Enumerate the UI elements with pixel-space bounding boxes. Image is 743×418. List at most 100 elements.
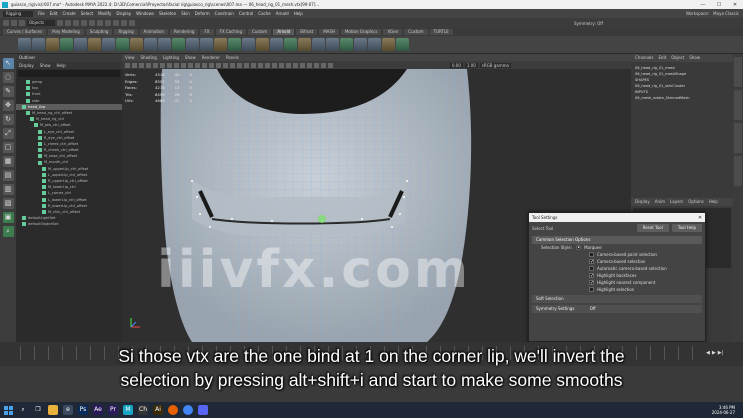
shelf-tab[interactable]: Custom — [248, 29, 272, 35]
shelf-tab[interactable]: Rigging — [114, 29, 138, 35]
select-tool-icon[interactable]: ↖ — [2, 58, 14, 69]
close-button[interactable]: ✕ — [727, 2, 743, 8]
workspace-dropdown[interactable]: Maya Classic — [713, 11, 739, 16]
save-scene-icon[interactable] — [19, 20, 25, 26]
viewport-tool-icon[interactable] — [286, 62, 291, 68]
viewport-tool-icon[interactable] — [251, 62, 256, 68]
shelf-tool-icon[interactable] — [256, 38, 269, 51]
viewport-tool-icon[interactable] — [279, 62, 284, 68]
viewport-menu-view[interactable]: View — [125, 54, 135, 61]
chrome-icon[interactable] — [183, 405, 193, 415]
layer-menu-options[interactable]: Options — [688, 198, 703, 206]
tool-settings-titlebar[interactable]: Tool Settings ✕ — [529, 213, 705, 222]
marquee-radio[interactable]: • — [576, 245, 582, 251]
shelf-tab[interactable]: XGen — [383, 29, 403, 35]
menu-display[interactable]: Display — [116, 11, 131, 16]
viewport-tool-icon[interactable] — [202, 62, 207, 68]
viewport-tool-icon[interactable] — [195, 62, 200, 68]
shelf-tool-icon[interactable] — [368, 38, 381, 51]
viewport-menu-lighting[interactable]: Lighting — [163, 54, 179, 61]
shelf-tool-icon[interactable] — [74, 38, 87, 51]
shelf-tool-icon[interactable] — [382, 38, 395, 51]
persp-outliner-layout-icon[interactable]: ▤ — [2, 170, 14, 181]
viewport-tool-icon[interactable] — [146, 62, 151, 68]
persp-graph-layout-icon[interactable]: ▥ — [2, 184, 14, 195]
select-component-icon[interactable] — [73, 20, 79, 26]
menu-skin[interactable]: Skin — [181, 11, 190, 16]
paint-select-icon[interactable]: ✎ — [2, 86, 14, 97]
viewport-menu-show[interactable]: Show — [185, 54, 196, 61]
outliner-row[interactable]: defaultObjectSet — [16, 221, 122, 227]
menu-windows[interactable]: Windows — [136, 11, 154, 16]
snap-point-icon[interactable] — [97, 20, 103, 26]
viewport-tool-icon[interactable] — [174, 62, 179, 68]
shelf-tool-icon[interactable] — [228, 38, 241, 51]
shelf-tool-icon[interactable] — [242, 38, 255, 51]
option-checkbox[interactable]: ✓ — [589, 259, 594, 265]
viewport-tool-icon[interactable] — [132, 62, 137, 68]
single-view-icon[interactable]: ▢ — [2, 142, 14, 153]
drag-checkbox[interactable] — [589, 252, 594, 257]
selection-mask-dropdown[interactable]: Objects — [27, 20, 55, 26]
viewport-tool-icon[interactable] — [314, 62, 319, 68]
menu-select[interactable]: Select — [81, 11, 93, 16]
shelf-tool-icon[interactable] — [88, 38, 101, 51]
shelf-tool-icon[interactable] — [186, 38, 199, 51]
outliner-layout-icon[interactable]: ▣ — [2, 212, 14, 223]
viewport-menu-panels[interactable]: Panels — [226, 54, 239, 61]
viewport-tool-icon[interactable] — [328, 62, 333, 68]
viewport-tool-icon[interactable] — [244, 62, 249, 68]
snap-grid-icon[interactable] — [81, 20, 87, 26]
reset-tool-button[interactable]: Reset Tool — [636, 224, 669, 232]
menu-deform[interactable]: Deform — [195, 11, 210, 16]
layer-tab-anim[interactable]: Anim — [655, 198, 665, 206]
taskbar-app-icon[interactable]: e — [63, 405, 73, 415]
viewport-tool-icon[interactable] — [265, 62, 270, 68]
option-checkbox[interactable] — [589, 287, 594, 292]
lasso-tool-icon[interactable]: ◌ — [2, 72, 14, 83]
viewport-tool-icon[interactable] — [125, 62, 130, 68]
after-effects-icon[interactable]: Ae — [93, 405, 103, 415]
shelf-tool-icon[interactable] — [396, 38, 409, 51]
premiere-icon[interactable]: Pr — [108, 405, 118, 415]
layer-menu-layers[interactable]: Layers — [670, 198, 683, 206]
illustrator-icon[interactable]: Ai — [153, 405, 163, 415]
symmetry-value[interactable]: Off — [590, 306, 596, 311]
viewport-menu-shading[interactable]: Shading — [141, 54, 157, 61]
shelf-tab[interactable]: Poly Modeling — [48, 29, 84, 35]
soft-selection-section[interactable]: Soft Selection — [532, 295, 702, 303]
select-hierarchy-icon[interactable] — [57, 20, 63, 26]
shelf-tool-icon[interactable] — [214, 38, 227, 51]
shelf-tab[interactable]: Animation — [139, 29, 169, 35]
shelf-tab[interactable]: Sculpting — [85, 29, 113, 35]
render-settings-icon[interactable] — [129, 20, 135, 26]
shelf-tool-icon[interactable] — [172, 38, 185, 51]
tool-settings-tab[interactable] — [734, 90, 742, 120]
windows-start-icon[interactable] — [4, 405, 13, 415]
shelf-tab[interactable]: TURTLE — [429, 29, 453, 35]
shelf-tab[interactable]: FX — [200, 29, 214, 35]
symmetry-settings-section[interactable]: Symmetry Settings Off — [532, 305, 702, 313]
menu-arnold[interactable]: Arnold — [276, 11, 289, 16]
shelf-tool-icon[interactable] — [102, 38, 115, 51]
maya-taskbar-icon[interactable]: M — [123, 405, 133, 415]
menu-file[interactable]: File — [38, 11, 45, 16]
layer-tab-display[interactable]: Display — [635, 198, 650, 206]
layer-menu-help[interactable]: Help — [709, 198, 718, 206]
viewport-tool-icon[interactable] — [258, 62, 263, 68]
file-explorer-icon[interactable] — [48, 405, 58, 415]
menu-constrain[interactable]: Constrain — [215, 11, 234, 16]
shelf-tab-active[interactable]: Arnold — [273, 29, 295, 35]
viewport-tool-icon[interactable] — [293, 62, 298, 68]
shelf-tool-icon[interactable] — [46, 38, 59, 51]
shelf-tool-icon[interactable] — [312, 38, 325, 51]
viewport-tool-icon[interactable] — [321, 62, 326, 68]
color-space-dropdown[interactable]: sRGB gamma — [479, 62, 511, 68]
select-object-icon[interactable] — [65, 20, 71, 26]
camera-near-field[interactable]: 0.00 — [449, 62, 463, 68]
minimize-button[interactable]: — — [695, 2, 711, 8]
outliner-search-input[interactable] — [18, 70, 120, 77]
menu-create[interactable]: Create — [62, 11, 75, 16]
viewport-tool-icon[interactable] — [300, 62, 305, 68]
channel-box-tab[interactable] — [734, 123, 742, 153]
